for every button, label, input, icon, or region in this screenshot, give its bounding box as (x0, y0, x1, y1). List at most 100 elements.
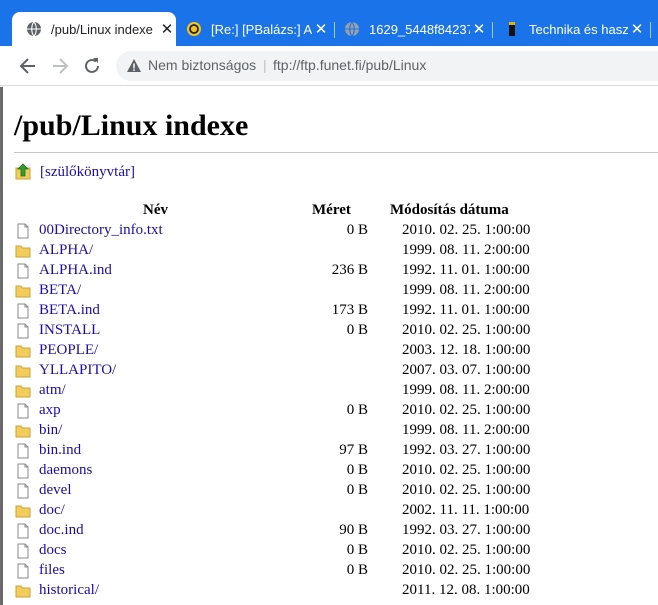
entry-name-link[interactable]: axp (39, 402, 61, 419)
table-row: docs 0 B 2010. 02. 25. 1:00:00 (0, 541, 658, 561)
tab-image-file[interactable]: 1629_5448f84237 ✕ (338, 12, 488, 46)
entry-modified-date: 2010. 02. 25. 1:00:00 (402, 402, 531, 418)
entry-modified-date: 2010. 02. 25. 1:00:00 (402, 482, 531, 498)
folder-icon (15, 583, 31, 599)
entry-modified-date: 1999. 08. 11. 2:00:00 (402, 242, 530, 258)
page-content: /pub/Linux indexe [szülőkönyvtár] Név Mé… (0, 87, 658, 605)
table-row: bin/1999. 08. 11. 2:00:00 (0, 421, 658, 441)
entry-name-link[interactable]: files (39, 562, 65, 579)
file-icon (15, 223, 31, 239)
reload-icon[interactable] (81, 55, 103, 77)
entry-modified-date: 1992. 11. 01. 1:00:00 (402, 262, 530, 278)
column-header-size[interactable]: Méret (312, 202, 351, 219)
table-row: PEOPLE/2003. 12. 18. 1:00:00 (0, 341, 658, 361)
entry-name-link[interactable]: docs (39, 542, 67, 559)
entry-name-link[interactable]: doc/ (39, 502, 65, 519)
parent-directory-label[interactable]: [szülőkönyvtár] (40, 164, 135, 181)
entry-name-link[interactable]: bin.ind (39, 442, 81, 459)
entry-name-link[interactable]: devel (39, 482, 71, 499)
table-row: ALPHA.ind 236 B 1992. 11. 01. 1:00:00 (0, 261, 658, 281)
globe-icon (345, 21, 359, 37)
entry-modified-date: 2010. 02. 25. 1:00:00 (402, 222, 531, 238)
close-icon[interactable]: ✕ (470, 20, 488, 38)
entry-modified-date: 1992. 03. 27. 1:00:00 (402, 522, 531, 538)
divider (14, 152, 658, 153)
browser-toolbar: Nem biztonságos | ftp://ftp.funet.fi/pub… (0, 46, 658, 86)
tab-separator (334, 22, 335, 38)
table-row: YLLAPITO/2007. 03. 07. 1:00:00 (0, 361, 658, 381)
entry-modified-date: 1992. 03. 27. 1:00:00 (402, 442, 531, 458)
parent-directory-link[interactable]: [szülőkönyvtár] (14, 161, 135, 183)
file-list: 00Directory_info.txt 0 B 2010. 02. 25. 1:0… (0, 221, 658, 601)
folder-icon (15, 383, 31, 399)
back-arrow-icon[interactable] (17, 55, 39, 77)
entry-modified-date: 2010. 02. 25. 1:00:00 (402, 462, 531, 478)
tab-title: [Re:] [PBalázs:] A g (211, 21, 312, 37)
file-icon (15, 443, 31, 459)
url-text[interactable]: ftp://ftp.funet.fi/pub/Linux (273, 57, 426, 73)
entry-name-link[interactable]: historical/ (39, 582, 99, 599)
entry-name-link[interactable]: BETA/ (39, 282, 81, 299)
up-arrow-folder-icon (15, 163, 31, 180)
warning-icon[interactable] (126, 58, 142, 74)
entry-size: 0 B (346, 222, 368, 238)
file-icon (15, 483, 31, 499)
column-header-name[interactable]: Név (143, 202, 168, 219)
tab-pub-linux-index[interactable]: /pub/Linux indexe ✕ (12, 12, 176, 46)
entry-modified-date: 1992. 11. 01. 1:00:00 (402, 302, 530, 318)
entry-name-link[interactable]: doc.ind (39, 522, 84, 539)
entry-name-link[interactable]: YLLAPITO/ (39, 362, 116, 379)
column-header-modified[interactable]: Módosítás dátuma (390, 202, 509, 219)
entry-size: 90 B (339, 522, 368, 538)
file-icon (15, 303, 31, 319)
entry-name-link[interactable]: INSTALL (39, 322, 100, 339)
entry-size: 236 B (331, 262, 368, 278)
table-row: daemons 0 B 2010. 02. 25. 1:00:00 (0, 461, 658, 481)
entry-modified-date: 2010. 02. 25. 1:00:00 (402, 562, 531, 578)
folder-icon (15, 363, 31, 379)
tab-forum-reply[interactable]: [Re:] [PBalázs:] A g ✕ (180, 12, 330, 46)
address-bar[interactable]: Nem biztonságos | ftp://ftp.funet.fi/pub… (116, 51, 658, 81)
entry-name-link[interactable]: daemons (39, 462, 92, 479)
entry-modified-date: 1999. 08. 11. 2:00:00 (402, 422, 530, 438)
entry-name-link[interactable]: ALPHA/ (39, 242, 93, 259)
entry-name-link[interactable]: PEOPLE/ (39, 342, 98, 359)
table-row: files 0 B 2010. 02. 25. 1:00:00 (0, 561, 658, 581)
security-label[interactable]: Nem biztonságos (148, 57, 256, 73)
table-row: doc.ind 90 B 1992. 03. 27. 1:00:00 (0, 521, 658, 541)
entry-size: 0 B (346, 322, 368, 338)
entry-modified-date: 2011. 12. 08. 1:00:00 (402, 582, 530, 598)
entry-size: 0 B (346, 562, 368, 578)
entry-modified-date: 2003. 12. 18. 1:00:00 (402, 342, 531, 358)
folder-icon (15, 503, 31, 519)
table-row: BETA.ind 173 B 1992. 11. 01. 1:00:00 (0, 301, 658, 321)
entry-name-link[interactable]: 00Directory_info.txt (39, 222, 163, 239)
omnibox-separator: | (263, 57, 267, 73)
entry-size: 173 B (331, 302, 368, 318)
entry-name-link[interactable]: ALPHA.ind (39, 262, 112, 279)
forward-arrow-icon[interactable] (49, 55, 71, 77)
file-icon (15, 563, 31, 579)
file-icon (15, 523, 31, 539)
entry-name-link[interactable]: atm/ (39, 382, 66, 399)
file-icon (15, 463, 31, 479)
entry-modified-date: 2002. 11. 11. 1:00:00 (402, 502, 530, 518)
close-icon[interactable]: ✕ (158, 20, 176, 38)
table-row: 00Directory_info.txt 0 B 2010. 02. 25. 1:0… (0, 221, 658, 241)
table-row: doc/2002. 11. 11. 1:00:00 (0, 501, 658, 521)
entry-name-link[interactable]: BETA.ind (39, 302, 100, 319)
table-row: INSTALL 0 B 2010. 02. 25. 1:00:00 (0, 321, 658, 341)
entry-size: 0 B (346, 462, 368, 478)
bookmark-icon (509, 22, 515, 36)
tab-technika[interactable]: Technika és haszn ✕ (496, 12, 646, 46)
table-row: ALPHA/1999. 08. 11. 2:00:00 (0, 241, 658, 261)
close-icon[interactable]: ✕ (628, 20, 646, 38)
tab-title: 1629_5448f84237 (369, 21, 470, 37)
file-icon (15, 323, 31, 339)
folder-icon (15, 343, 31, 359)
close-icon[interactable]: ✕ (312, 20, 330, 38)
entry-name-link[interactable]: bin/ (39, 422, 62, 439)
file-icon (15, 543, 31, 559)
file-icon (15, 263, 31, 279)
folder-icon (15, 423, 31, 439)
